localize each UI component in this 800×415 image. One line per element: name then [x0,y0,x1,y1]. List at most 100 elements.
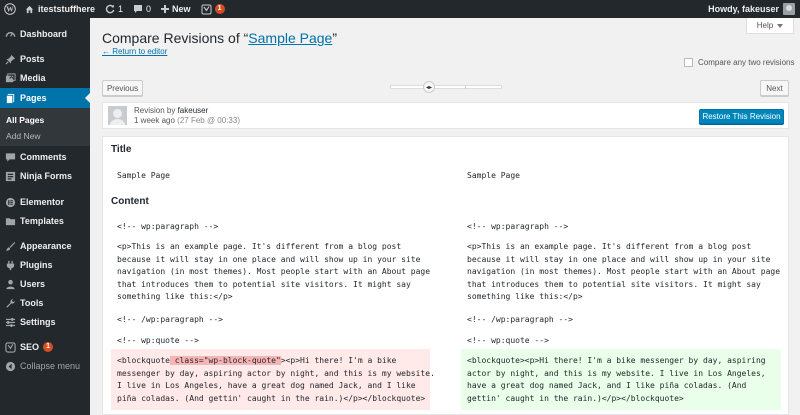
quote-start: <blockquote [117,356,170,365]
content-heading: Content [111,196,149,207]
elementor-icon [0,197,20,208]
yoast-icon [201,4,212,14]
compare-two-label: Compare any two revisions [698,58,795,67]
sidebar-item-elementor[interactable]: Elementor [0,192,90,212]
notification-badge: 1 [214,4,225,14]
new-content-link[interactable]: New [156,0,196,18]
title-left: Sample Page [117,171,170,180]
wrench-icon [0,298,20,309]
collapse-menu-button[interactable]: Collapse menu [0,356,90,376]
revision-timestamp: (27 Feb @ 00:33) [177,116,240,125]
plugin-icon [0,260,20,271]
return-to-editor-link[interactable]: ← Return to editor [102,47,167,56]
sliders-icon [0,317,20,328]
sidebar-item-pages[interactable]: Pages [0,88,90,108]
brush-icon [0,241,20,252]
sidebar-item-label: SEO [20,342,40,352]
submenu-all-pages[interactable]: All Pages [6,115,44,125]
sidebar-item-label: Media [20,73,46,83]
revision-author: Revision by fakeuser [134,106,208,115]
sidebar-item-comments[interactable]: Comments [0,147,90,167]
previous-button[interactable]: Previous [102,80,143,96]
plugin-notifications[interactable]: 1 [196,0,230,18]
sidebar-item-plugins[interactable]: Plugins [0,255,90,275]
svg-text:W: W [6,5,14,14]
sidebar-item-label: Settings [20,317,56,327]
next-button[interactable]: Next [760,80,789,96]
revision-slider[interactable]: ◂▸ [390,81,502,93]
title-prefix: Compare Revisions of “ [102,30,249,46]
revision-ago: 1 week ago [134,116,175,125]
pages-submenu: All Pages Add New [0,108,90,146]
drag-arrows-icon: ◂▸ [425,84,433,91]
left-paragraph: <p>This is an example page. It's differe… [117,242,431,301]
sidebar-item-label: Tools [20,298,44,308]
compare-two-checkbox[interactable] [684,58,693,67]
sidebar-item-dashboard[interactable]: Dashboard [0,24,90,44]
howdy-text: Howdy, fakeuser [708,4,779,14]
sidebar-item-appearance[interactable]: Appearance [0,236,90,256]
pin-icon [0,54,20,65]
site-name-link[interactable]: iteststuffhere [20,0,100,18]
folder-icon [0,216,20,227]
sidebar-item-label: Collapse menu [20,361,81,371]
admin-sidebar: Dashboard Posts Media Pages All Pages Ad… [0,18,90,415]
right-wp-paragraph-close: <!-- /wp:paragraph --> [467,315,573,324]
home-icon [25,5,34,13]
title-suffix: ” [332,30,338,46]
sidebar-item-tools[interactable]: Tools [0,293,90,313]
sidebar-item-seo[interactable]: SEO 1 [0,337,90,357]
left-wp-paragraph-close: <!-- /wp:paragraph --> [117,315,223,324]
forms-icon [0,171,20,182]
sidebar-item-ninja-forms[interactable]: Ninja Forms [0,166,90,186]
submenu-add-new[interactable]: Add New [6,131,41,141]
right-wp-paragraph-open: <!-- wp:paragraph --> [467,222,569,231]
right-blockquote: <blockquote><p>Hi there! I'm a bike mess… [467,356,766,403]
restore-revision-button[interactable]: Restore This Revision [699,109,784,124]
seo-icon [0,341,20,353]
sidebar-item-label: Ninja Forms [20,171,73,181]
title-right: Sample Page [467,171,520,180]
comment-bubble-icon [134,5,143,13]
sidebar-item-label: Posts [20,54,45,64]
sidebar-item-label: Users [20,279,46,289]
sidebar-item-templates[interactable]: Templates [0,211,90,231]
seo-badge: 1 [43,342,54,352]
sidebar-item-media[interactable]: Media [0,68,90,88]
sidebar-item-label: Elementor [20,197,65,207]
slider-handle[interactable]: ◂▸ [423,81,435,93]
sidebar-item-label: Appearance [20,241,72,251]
sidebar-item-label: Pages [20,93,47,103]
sidebar-item-label: Templates [20,216,64,226]
author-avatar [108,106,127,125]
comments-count: 0 [146,4,152,14]
admin-bar: W iteststuffhere 1 0 New 1 Howdy, fakeus… [0,0,800,18]
sidebar-item-label: Dashboard [20,29,68,39]
compare-two-toggle[interactable]: Compare any two revisions [684,58,794,67]
sidebar-item-label: Plugins [20,260,53,270]
new-label: New [172,4,191,14]
plus-icon [161,5,170,13]
left-wp-quote-open: <!-- wp:quote --> [117,336,199,345]
page-icon [0,93,20,104]
wordpress-logo-icon[interactable]: W [0,0,20,18]
sidebar-item-settings[interactable]: Settings [0,312,90,332]
comments-link[interactable]: 0 [128,0,156,18]
diff-panel: Title Sample Page Sample Page Content <!… [102,136,789,415]
sidebar-item-posts[interactable]: Posts [0,49,90,69]
right-wp-quote-open: <!-- wp:quote --> [467,336,549,345]
by-label: Revision by [134,106,178,115]
updates-link[interactable]: 1 [100,0,128,18]
left-wp-paragraph-open: <!-- wp:paragraph --> [117,222,219,231]
author-name: fakeuser [177,106,209,115]
deleted-text: class="wp-block-quote" [169,356,281,365]
sample-page-link[interactable]: Sample Page [248,30,332,46]
avatar [783,3,795,15]
user-icon [0,279,20,290]
revision-meta: Revision by fakeuser 1 week ago (27 Feb … [102,102,789,129]
sidebar-item-users[interactable]: Users [0,274,90,294]
gauge-icon [0,29,20,40]
account-menu[interactable]: Howdy, fakeuser [703,0,800,18]
help-tab-button[interactable]: Help [746,18,794,34]
title-heading: Title [111,144,132,155]
